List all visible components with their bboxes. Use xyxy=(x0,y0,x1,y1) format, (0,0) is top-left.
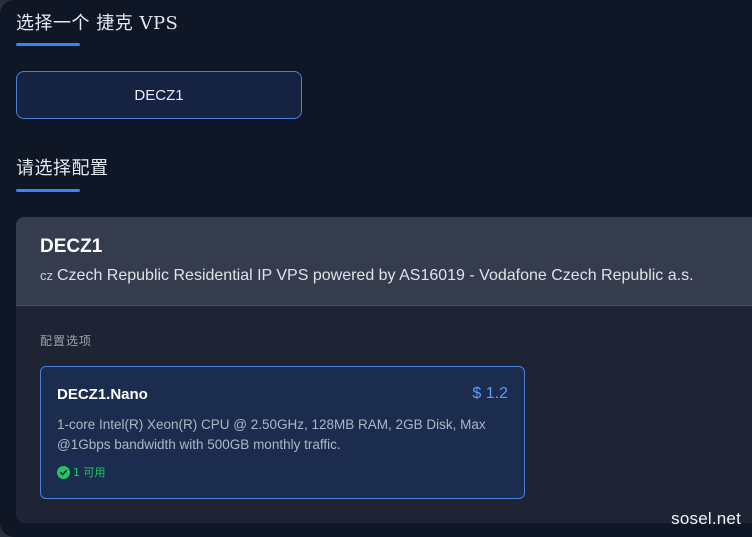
plan-availability: 1 可用 xyxy=(57,464,106,480)
product-description: cz Czech Republic Residential IP VPS powe… xyxy=(40,267,694,285)
product-panel-header: DECZ1 cz Czech Republic Residential IP VP… xyxy=(16,217,752,306)
plan-description: 1-core Intel(R) Xeon(R) CPU @ 2.50GHz, 1… xyxy=(57,417,486,452)
plan-name: DECZ1.Nano xyxy=(57,386,148,403)
config-section-underline xyxy=(16,189,80,192)
config-section-title: 请选择配置 xyxy=(16,158,109,179)
country-flag: cz xyxy=(40,268,53,283)
product-section-underline xyxy=(16,43,80,46)
product-panel: DECZ1 cz Czech Republic Residential IP VP… xyxy=(16,217,752,523)
check-circle-icon xyxy=(57,465,70,479)
plan-price: $ 1.2 xyxy=(472,385,508,402)
config-options-label: 配置选项 xyxy=(40,334,93,348)
plan-availability-text: 1 可用 xyxy=(73,466,106,479)
product-option-button[interactable]: DECZ1 xyxy=(16,71,302,119)
product-name: DECZ1 xyxy=(40,236,103,257)
product-description-text: Czech Republic Residential IP VPS powere… xyxy=(57,267,694,284)
page-frame: 选择一个 捷克 VPS DECZ1 请选择配置 DECZ1 cz Czech Re… xyxy=(0,0,752,537)
product-section-title: 选择一个 捷克 VPS xyxy=(16,13,179,34)
watermark: sosel.net xyxy=(671,509,741,528)
plan-card[interactable]: DECZ1.Nano $ 1.2 1-core Intel(R) Xeon(R)… xyxy=(40,366,525,499)
